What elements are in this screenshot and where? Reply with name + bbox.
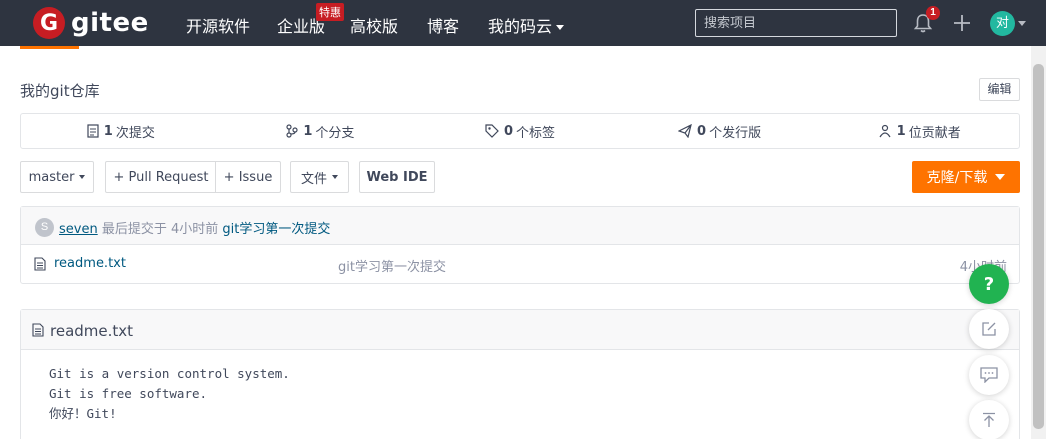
readme-title: readme.txt xyxy=(50,322,134,340)
commit-meta: 最后提交于 4小时前 xyxy=(101,222,219,237)
latest-commit-info: seven 最后提交于 4小时前 git学习第一次提交 xyxy=(59,218,330,237)
scrollbar-thumb[interactable] xyxy=(1033,64,1044,429)
stat-releases[interactable]: 0 个发行版 xyxy=(620,114,820,148)
contributors-icon xyxy=(879,124,891,138)
stat-count: 1 xyxy=(896,123,906,139)
repo-stats-bar: 1 次提交 1 个分支 0 个标签 0 个发行版 1 位贡献者 xyxy=(20,113,1020,149)
arrow-up-icon xyxy=(983,412,995,427)
stat-count: 1 xyxy=(303,123,313,139)
readme-line: 你好！Git! xyxy=(49,406,117,421)
nav-my-gitee-label: 我的码云 xyxy=(488,17,553,36)
stat-count: 1 xyxy=(103,123,113,139)
branch-select[interactable]: master xyxy=(20,161,94,193)
active-tab-indicator xyxy=(20,46,79,49)
pr-issue-group: + Pull Request + Issue xyxy=(105,161,281,193)
file-text-icon xyxy=(32,323,44,337)
stat-label: 次提交 xyxy=(115,125,155,141)
notification-count-badge: 1 xyxy=(926,6,940,20)
readme-content: Git is a version control system. Git is … xyxy=(49,364,290,424)
chevron-down-icon xyxy=(556,25,565,30)
button-divider xyxy=(215,162,216,192)
page-scrollbar[interactable] xyxy=(1031,46,1046,439)
readme-line: Git is a version control system. xyxy=(49,366,290,381)
chevron-down-icon xyxy=(995,174,1006,180)
commit-message-link[interactable]: git学习第一次提交 xyxy=(222,222,330,237)
tag-icon xyxy=(485,124,499,138)
user-avatar[interactable]: 对 xyxy=(990,11,1015,36)
stat-label: 个标签 xyxy=(516,125,556,141)
file-row[interactable]: readme.txt git学习第一次提交 4小时前 xyxy=(21,245,1019,284)
stat-label: 个分支 xyxy=(315,125,355,141)
gitee-logo[interactable]: G gitee xyxy=(33,6,149,40)
commit-author-avatar[interactable]: S xyxy=(35,218,54,237)
file-name-link[interactable]: readme.txt xyxy=(54,256,126,271)
chevron-down-icon xyxy=(79,175,86,179)
feedback-edit-button[interactable] xyxy=(969,309,1009,349)
stat-label: 位贡献者 xyxy=(908,125,961,141)
nav-blog[interactable]: 博客 xyxy=(427,13,459,37)
file-text-icon xyxy=(34,257,46,271)
web-ide-button[interactable]: Web IDE xyxy=(359,161,435,193)
back-to-top-button[interactable] xyxy=(969,400,1009,439)
new-issue-button[interactable]: + Issue xyxy=(216,170,280,185)
logo-icon: G xyxy=(33,7,65,39)
clone-download-button[interactable]: 克隆/下载 xyxy=(912,161,1020,193)
clone-download-label: 克隆/下载 xyxy=(926,170,988,186)
repo-description: 我的git仓库 xyxy=(20,82,100,100)
file-commit-message[interactable]: git学习第一次提交 xyxy=(338,256,446,275)
logo-text: gitee xyxy=(71,8,149,38)
latest-commit-row: S seven 最后提交于 4小时前 git学习第一次提交 xyxy=(21,207,1019,245)
stat-count: 0 xyxy=(697,123,707,139)
plus-icon[interactable] xyxy=(951,12,973,34)
file-menu-button[interactable]: 文件 xyxy=(290,161,349,193)
commit-icon xyxy=(87,124,99,138)
new-pull-request-button[interactable]: + Pull Request xyxy=(106,170,216,185)
nav-university[interactable]: 高校版 xyxy=(350,13,398,37)
chat-icon xyxy=(980,367,998,383)
stat-tags[interactable]: 0 个标签 xyxy=(420,114,620,148)
chat-button[interactable] xyxy=(969,355,1009,395)
chevron-down-icon[interactable] xyxy=(1018,21,1026,26)
search-input[interactable] xyxy=(695,9,897,37)
file-tree: S seven 最后提交于 4小时前 git学习第一次提交 readme.txt… xyxy=(20,206,1020,284)
file-menu-label: 文件 xyxy=(300,171,327,187)
release-icon xyxy=(678,124,692,138)
edit-description-button[interactable]: 编辑 xyxy=(979,78,1020,101)
readme-header: readme.txt xyxy=(21,310,1019,350)
edit-share-icon xyxy=(982,322,996,336)
readme-line: Git is free software. xyxy=(49,386,208,401)
branch-icon xyxy=(286,124,298,138)
nav-my-gitee[interactable]: 我的码云 xyxy=(488,13,565,37)
readme-panel: readme.txt Git is a version control syst… xyxy=(20,309,1020,439)
stat-branches[interactable]: 1 个分支 xyxy=(221,114,421,148)
nav-open-source[interactable]: 开源软件 xyxy=(186,13,250,37)
commit-author-link[interactable]: seven xyxy=(59,222,98,237)
stat-commits[interactable]: 1 次提交 xyxy=(21,114,221,148)
stat-contributors[interactable]: 1 位贡献者 xyxy=(819,114,1019,148)
branch-select-value: master xyxy=(28,169,75,185)
help-button[interactable]: ? xyxy=(969,264,1009,304)
stat-count: 0 xyxy=(503,123,513,139)
chevron-down-icon xyxy=(332,175,338,179)
enterprise-promo-badge: 特惠 xyxy=(316,3,344,21)
stat-label: 个发行版 xyxy=(709,125,762,141)
top-nav: G gitee 开源软件 企业版 特惠 高校版 博客 我的码云 1 对 xyxy=(0,0,1046,46)
